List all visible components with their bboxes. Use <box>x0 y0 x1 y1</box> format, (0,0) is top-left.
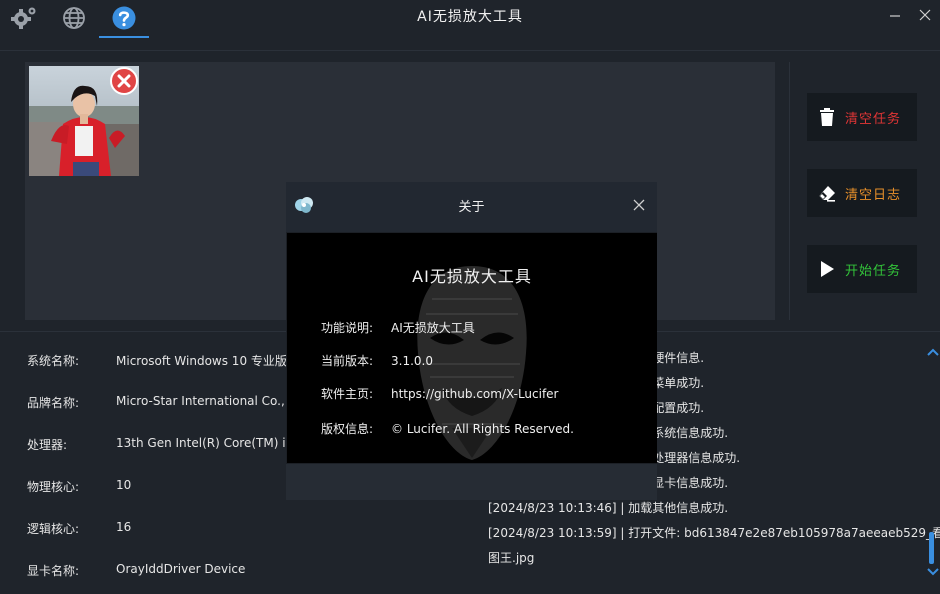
about-close-button[interactable] <box>628 194 650 216</box>
remove-image-button[interactable] <box>109 66 139 96</box>
info-label: 品牌名称: <box>27 396 80 410</box>
about-value: AI无损放大工具 <box>391 321 475 335</box>
info-label: 逻辑核心: <box>27 522 80 536</box>
log-line: [2024/8/23 10:13:59] | 打开文件: bd613847e2e… <box>488 526 940 540</box>
trash-icon <box>820 108 834 126</box>
info-value: 16 <box>116 520 132 534</box>
clear-tasks-label: 清空任务 <box>845 111 902 127</box>
play-icon <box>821 261 834 277</box>
about-row-description: 功能说明: AI无损放大工具 <box>321 319 651 336</box>
eraser-icon <box>819 186 835 202</box>
title-bar: AI无损放大工具 <box>0 0 940 40</box>
remove-icon <box>110 67 138 95</box>
log-scrollbar-thumb[interactable] <box>929 532 934 564</box>
about-label: 当前版本: <box>321 354 374 368</box>
info-value: OrayIddDriver Device <box>116 562 246 576</box>
info-label: 处理器: <box>27 438 68 452</box>
close-icon <box>633 199 645 211</box>
scroll-down-button[interactable] <box>926 566 940 578</box>
about-row-version: 当前版本: 3.1.0.0 <box>321 352 651 369</box>
about-label: 功能说明: <box>321 321 374 335</box>
about-label: 版权信息: <box>321 422 374 436</box>
clear-log-button[interactable]: 清空日志 <box>807 169 917 217</box>
start-task-button[interactable]: 开始任务 <box>807 245 917 293</box>
about-dialog: 关于 AI无损放大工具 功能说明: AI无损放大工具 当前版本: 3.1.0.0… <box>286 182 657 500</box>
minimize-button[interactable] <box>884 4 906 26</box>
about-dialog-title: 关于 <box>458 200 485 215</box>
about-label: 软件主页: <box>321 387 374 401</box>
close-icon <box>919 9 931 21</box>
about-dialog-footer <box>286 464 657 500</box>
about-value: © Lucifer. All Rights Reserved. <box>391 422 574 436</box>
start-task-label: 开始任务 <box>845 263 902 279</box>
minimize-icon <box>890 15 900 17</box>
app-title: AI无损放大工具 <box>417 9 523 25</box>
scroll-up-button[interactable] <box>926 346 940 358</box>
info-row-logical-cores: 逻辑核心: 16 <box>27 520 467 540</box>
info-label: 物理核心: <box>27 480 80 494</box>
close-button[interactable] <box>914 4 936 26</box>
vertical-divider <box>789 62 790 320</box>
about-app-name: AI无损放大工具 <box>412 267 532 286</box>
about-dialog-body: AI无损放大工具 功能说明: AI无损放大工具 当前版本: 3.1.0.0 软件主页… <box>287 233 657 463</box>
title-divider <box>0 50 940 51</box>
chevron-up-icon <box>927 348 939 356</box>
info-label: 显卡名称: <box>27 564 80 578</box>
chevron-down-icon <box>927 568 939 576</box>
about-value: 3.1.0.0 <box>391 354 433 368</box>
info-row-gpu: 显卡名称: OrayIddDriver Device <box>27 562 467 582</box>
about-row-copyright: 版权信息: © Lucifer. All Rights Reserved. <box>321 420 651 437</box>
log-line: 图王.jpg <box>488 551 535 565</box>
log-line: [2024/8/23 10:13:46] | 加载其他信息成功. <box>488 501 729 515</box>
about-dialog-header: 关于 <box>286 182 657 232</box>
active-tab-indicator <box>99 36 149 38</box>
homepage-link[interactable]: https://github.com/X-Lucifer <box>391 387 559 401</box>
info-label: 系统名称: <box>27 354 80 368</box>
clear-tasks-button[interactable]: 清空任务 <box>807 93 917 141</box>
about-row-homepage: 软件主页: https://github.com/X-Lucifer <box>321 385 651 402</box>
clear-log-label: 清空日志 <box>845 187 902 203</box>
